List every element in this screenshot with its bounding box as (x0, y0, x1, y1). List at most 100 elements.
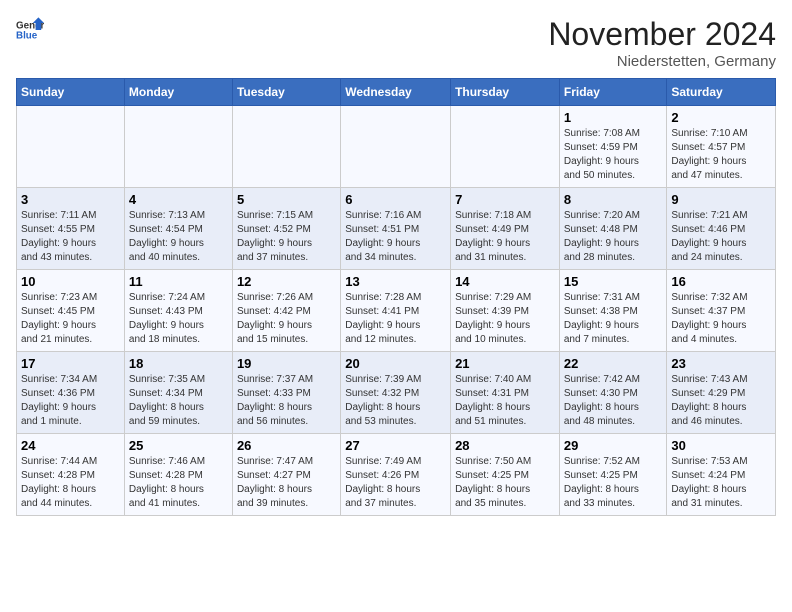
day-info: Sunrise: 7:52 AM Sunset: 4:25 PM Dayligh… (564, 455, 663, 511)
title-block: November 2024 Niederstetten, Germany (548, 16, 776, 70)
day-info: Sunrise: 7:24 AM Sunset: 4:43 PM Dayligh… (129, 291, 228, 347)
day-info: Sunrise: 7:39 AM Sunset: 4:32 PM Dayligh… (345, 373, 446, 429)
calendar-cell: 4Sunrise: 7:13 AM Sunset: 4:54 PM Daylig… (124, 188, 232, 270)
day-info: Sunrise: 7:49 AM Sunset: 4:26 PM Dayligh… (345, 455, 446, 511)
weekday-header-wednesday: Wednesday (341, 79, 451, 106)
calendar-cell: 6 Sunrise: 7:16 AM Sunset: 4:51 PM Daylig… (341, 188, 451, 270)
day-info: Sunrise: 7:42 AM Sunset: 4:30 PM Dayligh… (564, 373, 663, 429)
calendar-cell (232, 106, 340, 188)
calendar-cell: 24Sunrise: 7:44 AM Sunset: 4:28 PM Dayli… (17, 434, 125, 516)
day-number: 17 (21, 356, 120, 371)
calendar-cell: 16 Sunrise: 7:32 AM Sunset: 4:37 PM Dayli… (667, 270, 776, 352)
day-number: 19 (237, 356, 336, 371)
day-info: Sunrise: 7:37 AM Sunset: 4:33 PM Dayligh… (237, 373, 336, 429)
location-title: Niederstetten, Germany (548, 53, 776, 70)
svg-text:Blue: Blue (16, 30, 38, 41)
day-number: 8 (564, 192, 663, 207)
day-info: Sunrise: 7:10 AM Sunset: 4:57 PM Dayligh… (671, 127, 771, 183)
calendar-week-2: 3 Sunrise: 7:11 AM Sunset: 4:55 PM Daylig… (17, 188, 776, 270)
day-info: Sunrise: 7:11 AM Sunset: 4:55 PM Dayligh… (21, 209, 120, 265)
day-number: 29 (564, 438, 663, 453)
calendar-cell: 10 Sunrise: 7:23 AM Sunset: 4:45 PM Dayli… (17, 270, 125, 352)
day-number: 7 (455, 192, 555, 207)
calendar-cell: 30Sunrise: 7:53 AM Sunset: 4:24 PM Dayli… (667, 434, 776, 516)
day-number: 16 (671, 274, 771, 289)
calendar-cell: 27 Sunrise: 7:49 AM Sunset: 4:26 PM Dayli… (341, 434, 451, 516)
day-number: 3 (21, 192, 120, 207)
day-number: 14 (455, 274, 555, 289)
day-number: 25 (129, 438, 228, 453)
day-info: Sunrise: 7:20 AM Sunset: 4:48 PM Dayligh… (564, 209, 663, 265)
calendar-cell: 5Sunrise: 7:15 AM Sunset: 4:52 PM Daylig… (232, 188, 340, 270)
weekday-header-monday: Monday (124, 79, 232, 106)
calendar-cell (124, 106, 232, 188)
calendar-cell: 22 Sunrise: 7:42 AM Sunset: 4:30 PM Dayli… (559, 352, 667, 434)
day-info: Sunrise: 7:13 AM Sunset: 4:54 PM Dayligh… (129, 209, 228, 265)
weekday-header-saturday: Saturday (667, 79, 776, 106)
day-info: Sunrise: 7:15 AM Sunset: 4:52 PM Dayligh… (237, 209, 336, 265)
day-info: Sunrise: 7:21 AM Sunset: 4:46 PM Dayligh… (671, 209, 771, 265)
day-number: 27 (345, 438, 446, 453)
calendar-cell (451, 106, 560, 188)
day-info: Sunrise: 7:31 AM Sunset: 4:38 PM Dayligh… (564, 291, 663, 347)
day-info: Sunrise: 7:28 AM Sunset: 4:41 PM Dayligh… (345, 291, 446, 347)
weekday-header-sunday: Sunday (17, 79, 125, 106)
calendar-cell: 13 Sunrise: 7:28 AM Sunset: 4:41 PM Dayli… (341, 270, 451, 352)
day-number: 2 (671, 110, 771, 125)
logo-icon: General Blue (16, 16, 44, 44)
calendar-week-4: 17 Sunrise: 7:34 AM Sunset: 4:36 PM Dayli… (17, 352, 776, 434)
calendar-cell: 2 Sunrise: 7:10 AM Sunset: 4:57 PM Daylig… (667, 106, 776, 188)
day-number: 9 (671, 192, 771, 207)
weekday-header-friday: Friday (559, 79, 667, 106)
calendar-cell: 23Sunrise: 7:43 AM Sunset: 4:29 PM Dayli… (667, 352, 776, 434)
day-info: Sunrise: 7:18 AM Sunset: 4:49 PM Dayligh… (455, 209, 555, 265)
calendar-cell: 8 Sunrise: 7:20 AM Sunset: 4:48 PM Daylig… (559, 188, 667, 270)
calendar-cell: 9 Sunrise: 7:21 AM Sunset: 4:46 PM Daylig… (667, 188, 776, 270)
day-info: Sunrise: 7:47 AM Sunset: 4:27 PM Dayligh… (237, 455, 336, 511)
day-number: 26 (237, 438, 336, 453)
month-title: November 2024 (548, 16, 776, 53)
calendar-cell: 11Sunrise: 7:24 AM Sunset: 4:43 PM Dayli… (124, 270, 232, 352)
calendar-body: 1 Sunrise: 7:08 AM Sunset: 4:59 PM Daylig… (17, 106, 776, 516)
logo: General Blue (16, 16, 44, 44)
calendar-week-5: 24Sunrise: 7:44 AM Sunset: 4:28 PM Dayli… (17, 434, 776, 516)
day-info: Sunrise: 7:44 AM Sunset: 4:28 PM Dayligh… (21, 455, 120, 511)
day-number: 1 (564, 110, 663, 125)
calendar-cell: 29 Sunrise: 7:52 AM Sunset: 4:25 PM Dayli… (559, 434, 667, 516)
weekday-header-thursday: Thursday (451, 79, 560, 106)
day-number: 22 (564, 356, 663, 371)
day-number: 6 (345, 192, 446, 207)
day-number: 30 (671, 438, 771, 453)
calendar-cell: 3 Sunrise: 7:11 AM Sunset: 4:55 PM Daylig… (17, 188, 125, 270)
day-info: Sunrise: 7:29 AM Sunset: 4:39 PM Dayligh… (455, 291, 555, 347)
calendar-cell: 28Sunrise: 7:50 AM Sunset: 4:25 PM Dayli… (451, 434, 560, 516)
calendar-cell: 25Sunrise: 7:46 AM Sunset: 4:28 PM Dayli… (124, 434, 232, 516)
day-info: Sunrise: 7:26 AM Sunset: 4:42 PM Dayligh… (237, 291, 336, 347)
day-info: Sunrise: 7:34 AM Sunset: 4:36 PM Dayligh… (21, 373, 120, 429)
day-number: 23 (671, 356, 771, 371)
weekday-header-tuesday: Tuesday (232, 79, 340, 106)
calendar-cell: 15Sunrise: 7:31 AM Sunset: 4:38 PM Dayli… (559, 270, 667, 352)
day-info: Sunrise: 7:08 AM Sunset: 4:59 PM Dayligh… (564, 127, 663, 183)
day-info: Sunrise: 7:32 AM Sunset: 4:37 PM Dayligh… (671, 291, 771, 347)
calendar-week-3: 10 Sunrise: 7:23 AM Sunset: 4:45 PM Dayli… (17, 270, 776, 352)
day-info: Sunrise: 7:23 AM Sunset: 4:45 PM Dayligh… (21, 291, 120, 347)
page-header: General Blue November 2024 Niederstetten… (16, 16, 776, 70)
day-number: 18 (129, 356, 228, 371)
day-number: 21 (455, 356, 555, 371)
day-info: Sunrise: 7:50 AM Sunset: 4:25 PM Dayligh… (455, 455, 555, 511)
day-number: 12 (237, 274, 336, 289)
calendar-cell: 7 Sunrise: 7:18 AM Sunset: 4:49 PM Daylig… (451, 188, 560, 270)
day-number: 10 (21, 274, 120, 289)
day-info: Sunrise: 7:40 AM Sunset: 4:31 PM Dayligh… (455, 373, 555, 429)
day-number: 13 (345, 274, 446, 289)
calendar-cell: 12 Sunrise: 7:26 AM Sunset: 4:42 PM Dayli… (232, 270, 340, 352)
day-info: Sunrise: 7:16 AM Sunset: 4:51 PM Dayligh… (345, 209, 446, 265)
calendar-cell: 1 Sunrise: 7:08 AM Sunset: 4:59 PM Daylig… (559, 106, 667, 188)
weekday-row: SundayMondayTuesdayWednesdayThursdayFrid… (17, 79, 776, 106)
calendar-cell: 14 Sunrise: 7:29 AM Sunset: 4:39 PM Dayli… (451, 270, 560, 352)
calendar-cell: 26 Sunrise: 7:47 AM Sunset: 4:27 PM Dayli… (232, 434, 340, 516)
day-info: Sunrise: 7:35 AM Sunset: 4:34 PM Dayligh… (129, 373, 228, 429)
calendar-cell (341, 106, 451, 188)
day-number: 20 (345, 356, 446, 371)
